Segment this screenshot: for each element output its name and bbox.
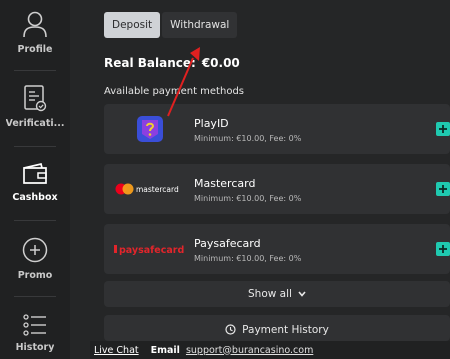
paysafecard-logo: paysafecard [112,229,188,269]
payment-method-playid[interactable]: PlayID Minimum: €10.00, Fee: 0% [104,104,450,154]
payment-method-mastercard[interactable]: mastercard Mastercard Minimum: €10.00, F… [104,164,450,214]
payment-tabs: Deposit Withdrawal [104,12,238,38]
real-balance: Real Balance: €0.00 [104,56,240,70]
tab-deposit[interactable]: Deposit [104,12,161,38]
payment-methods-title: Available payment methods [104,86,244,97]
verification-document-icon [24,85,47,112]
live-chat-link[interactable]: Live Chat [94,345,139,356]
mastercard-logo: mastercard [112,169,188,209]
plus-circle-icon [22,237,48,263]
payment-method-paysafecard[interactable]: paysafecard Paysafecard Minimum: €10.00,… [104,224,450,274]
add-icon[interactable] [436,182,450,196]
payment-method-info: Minimum: €10.00, Fee: 0% [194,194,302,203]
history-clock-icon [225,324,236,335]
sidebar-item-label: Profile [17,44,53,55]
payment-method-info: Minimum: €10.00, Fee: 0% [194,254,302,263]
paysafecard-logo-text: paysafecard [119,245,184,256]
payment-history-button[interactable]: Payment History [104,315,450,341]
footer: Live Chat Email support@burancasino.com [90,341,450,359]
chevron-down-icon [298,291,306,297]
show-all-button[interactable]: Show all [104,281,450,307]
sidebar-item-label: Promo [17,270,53,281]
payment-method-name: Paysafecard [194,237,261,250]
payment-history-label: Payment History [242,324,329,336]
balance-value: €0.00 [201,56,240,70]
wallet-icon [23,162,47,184]
history-list-icon [23,314,46,336]
sidebar-item-history[interactable]: History [0,314,70,353]
sidebar-divider [14,220,56,221]
cashbox-app: Profile Verificati... Cashbox Promo Hist… [0,0,450,359]
sidebar-divider [14,146,56,147]
tab-withdrawal[interactable]: Withdrawal [162,12,238,38]
sidebar-item-verification[interactable]: Verificati... [0,84,70,129]
payment-method-name: PlayID [194,117,229,130]
payment-method-info: Minimum: €10.00, Fee: 0% [194,134,302,143]
show-all-label: Show all [248,288,292,300]
sidebar: Profile Verificati... Cashbox Promo Hist… [0,0,70,359]
sidebar-item-promo[interactable]: Promo [0,236,70,281]
sidebar-item-label: History [15,342,55,353]
sidebar-item-label: Cashbox [12,192,58,203]
mastercard-logo-text: mastercard [136,185,179,194]
email-label: Email [150,344,180,356]
support-email-link[interactable]: support@burancasino.com [186,345,313,356]
sidebar-item-label: Verificati... [5,118,65,129]
add-icon[interactable] [436,242,450,256]
playid-logo [112,109,188,149]
balance-label: Real Balance: [104,56,196,70]
sidebar-divider [14,70,56,71]
sidebar-divider [14,296,56,297]
user-icon [23,11,47,38]
sidebar-item-cashbox[interactable]: Cashbox [0,162,70,203]
sidebar-item-profile[interactable]: Profile [0,10,70,55]
cashbox-main: Deposit Withdrawal Real Balance: €0.00 Av… [70,0,450,359]
add-icon[interactable] [436,122,450,136]
payment-method-name: Mastercard [194,177,256,190]
